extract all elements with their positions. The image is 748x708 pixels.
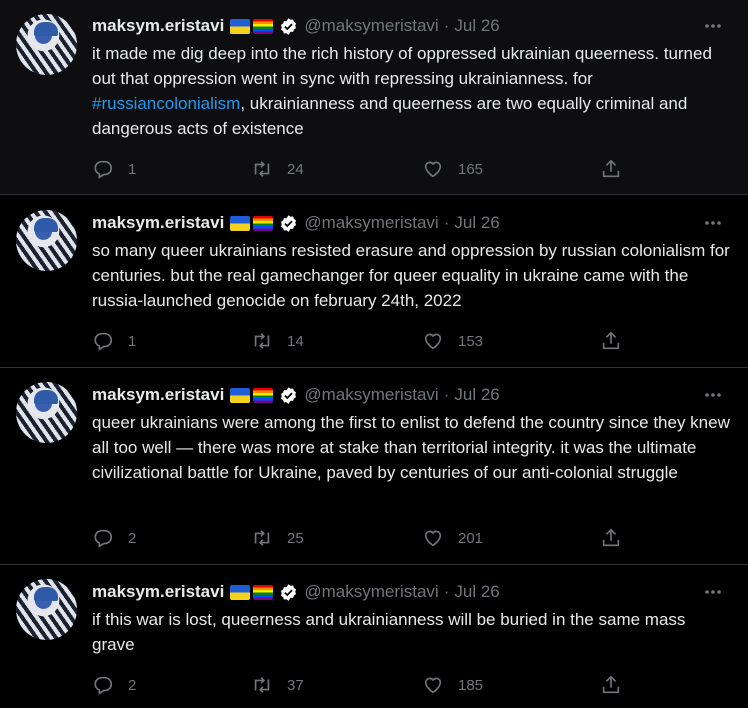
tweet-text-part: it made me dig deep into the rich histor… [92,44,712,88]
avatar[interactable] [16,382,77,443]
like-icon [424,677,442,694]
handle[interactable]: @maksymeristavi [304,385,438,405]
avatar[interactable] [16,579,77,640]
more-icon[interactable] [702,385,724,405]
handle[interactable]: @maksymeristavi [304,16,438,36]
retweet-count: 14 [287,332,304,350]
display-name[interactable]: maksym.eristavi [92,385,224,405]
avatar[interactable] [16,210,77,271]
rainbow-flag-icon [253,584,274,600]
ukraine-flag-icon [230,387,251,403]
verified-icon [281,214,297,232]
like-icon [424,333,442,350]
tweet-header: maksym.eristavi @maksymeristavi · Jul 26 [92,14,500,38]
verified-icon [281,386,297,404]
reply-button[interactable]: 1 [92,329,136,353]
handle[interactable]: @maksymeristavi [304,213,438,233]
like-count: 153 [458,332,484,350]
retweet-count: 37 [287,676,304,694]
separator: · [443,213,450,232]
like-icon [424,161,442,178]
more-icon[interactable] [702,582,724,602]
reply-button[interactable]: 2 [92,526,136,550]
tweet-text: it made me dig deep into the rich histor… [92,41,732,141]
tweet[interactable]: maksym.eristavi @maksymeristavi · Jul 26… [0,566,748,708]
handle[interactable]: @maksymeristavi [304,582,438,602]
like-count: 165 [458,160,484,178]
share-icon [602,331,620,350]
reply-count: 1 [128,332,137,350]
retweet-button[interactable]: 24 [251,157,304,181]
retweet-icon [254,161,270,177]
verified-icon [281,17,297,35]
retweet-count: 24 [287,160,304,178]
reply-button[interactable]: 1 [92,157,136,181]
retweet-icon [254,333,270,349]
reply-count: 1 [128,160,137,178]
tweet[interactable]: maksym.eristavi @maksymeristavi · Jul 26… [0,0,748,195]
separator: · [443,16,450,35]
reply-icon [94,332,113,351]
verified-icon [281,583,297,601]
display-name[interactable]: maksym.eristavi [92,16,224,36]
hashtag-link[interactable]: #russiancolonialism [92,94,240,113]
tweet-header: maksym.eristavi @maksymeristavi · Jul 26 [92,383,500,407]
share-button[interactable] [600,526,622,550]
separator: · [443,385,450,404]
tweet-actions: 2 37 185 [92,673,632,697]
more-icon[interactable] [702,213,724,233]
reply-count: 2 [128,676,137,694]
timestamp[interactable]: Jul 26 [454,582,499,602]
display-name[interactable]: maksym.eristavi [92,582,224,602]
more-icon[interactable] [702,16,724,36]
share-button[interactable] [600,157,622,181]
tweet-text: so many queer ukrainians resisted erasur… [92,241,730,310]
tweet-header: maksym.eristavi @maksymeristavi · Jul 26 [92,211,500,235]
rainbow-flag-icon [253,215,274,231]
tweet-actions: 1 14 153 [92,329,632,353]
reply-icon [94,676,113,695]
retweet-icon [254,677,270,693]
retweet-icon [254,530,270,546]
rainbow-flag-icon [253,18,274,34]
timestamp[interactable]: Jul 26 [454,213,499,233]
ukraine-flag-icon [230,584,251,600]
timestamp[interactable]: Jul 26 [454,16,499,36]
like-count: 185 [458,676,484,694]
separator: · [443,582,450,601]
reply-count: 2 [128,529,137,547]
avatar[interactable] [16,14,77,75]
retweet-button[interactable]: 37 [251,673,304,697]
reply-button[interactable]: 2 [92,673,136,697]
like-button[interactable]: 185 [422,673,483,697]
tweet-text: queer ukrainians were among the first to… [92,413,730,482]
tweet[interactable]: maksym.eristavi @maksymeristavi · Jul 26… [0,196,748,368]
share-icon [602,528,620,547]
reply-icon [94,160,113,179]
reply-icon [94,529,113,548]
like-count: 201 [458,529,484,547]
tweet-text: if this war is lost, queerness and ukrai… [92,610,686,654]
like-button[interactable]: 165 [422,157,483,181]
tweet-actions: 2 25 201 [92,526,632,550]
tweet[interactable]: maksym.eristavi @maksymeristavi · Jul 26… [0,369,748,565]
share-button[interactable] [600,329,622,353]
timestamp[interactable]: Jul 26 [454,385,499,405]
like-button[interactable]: 153 [422,329,483,353]
like-icon [424,530,442,547]
like-button[interactable]: 201 [422,526,483,550]
retweet-count: 25 [287,529,304,547]
rainbow-flag-icon [253,387,274,403]
ukraine-flag-icon [230,18,251,34]
retweet-button[interactable]: 25 [251,526,304,550]
share-icon [602,159,620,178]
display-name[interactable]: maksym.eristavi [92,213,224,233]
ukraine-flag-icon [230,215,251,231]
tweet-actions: 1 24 165 [92,157,632,181]
retweet-button[interactable]: 14 [251,329,304,353]
tweet-header: maksym.eristavi @maksymeristavi · Jul 26 [92,580,500,604]
share-icon [602,675,620,694]
share-button[interactable] [600,673,622,697]
